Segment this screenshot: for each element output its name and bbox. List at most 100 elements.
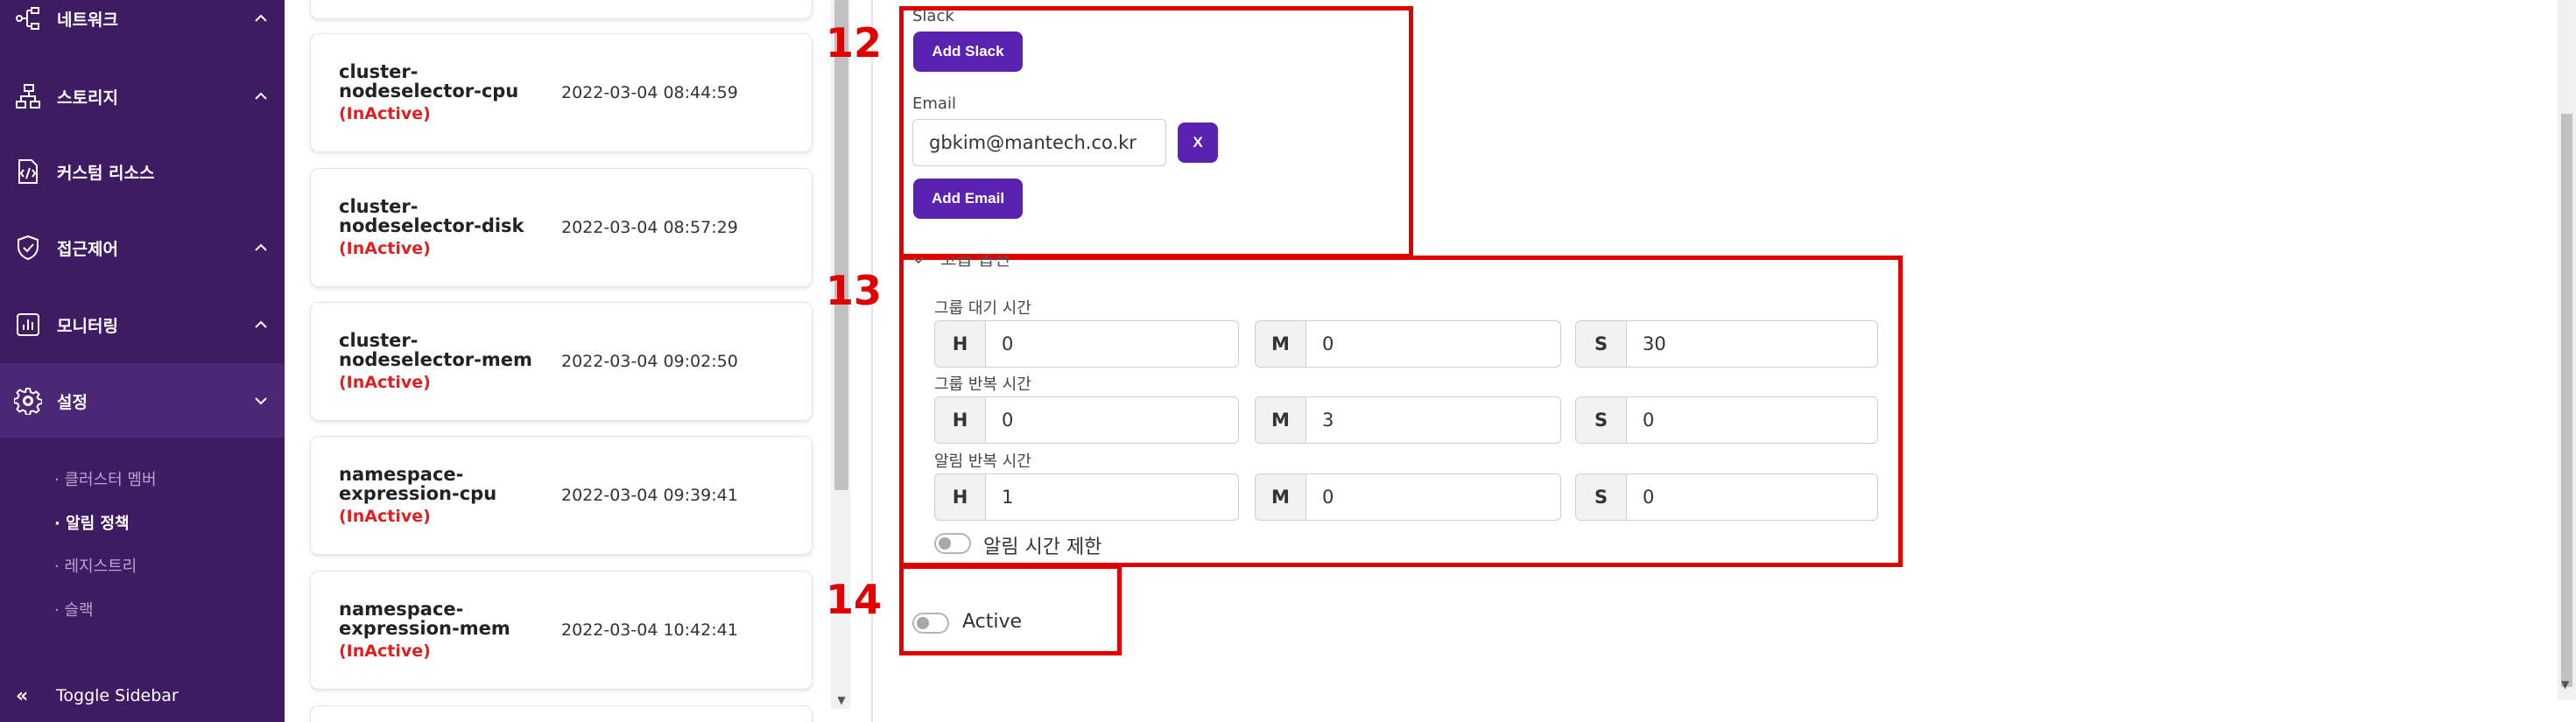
alert-time-limit-label: 알림 시간 제한 — [983, 536, 1102, 558]
policy-card[interactable]: cluster-nodeselector-cpu (InActive) 2022… — [310, 33, 813, 152]
alert-repeat-hours[interactable]: H 1 — [934, 473, 1239, 521]
storage-icon — [12, 81, 44, 112]
remove-email-button[interactable]: X — [1178, 123, 1218, 163]
sidebar-item-label: 모니터링 — [57, 316, 118, 336]
unit-value: 0 — [1643, 410, 1655, 431]
annotation-13: 13 — [826, 267, 883, 314]
submenu-item-slack[interactable]: · 슬랙 — [54, 598, 94, 620]
unit-value: 30 — [1643, 333, 1666, 354]
add-slack-button[interactable]: Add Slack — [913, 32, 1023, 72]
unit-value: 0 — [1643, 487, 1655, 508]
policy-name: cluster-nodeselector-cpu — [339, 61, 519, 102]
policy-card[interactable] — [310, 705, 813, 722]
email-label: Email — [912, 95, 956, 113]
chevron-down-icon — [251, 391, 271, 410]
policy-status: (InActive) — [339, 641, 431, 661]
sidebar-item-access-control[interactable]: 접근제어 — [0, 210, 285, 285]
custom-resource-icon — [12, 156, 44, 187]
chevron-up-icon — [251, 87, 271, 106]
sidebar-item-storage[interactable]: 스토리지 — [0, 59, 285, 134]
alert-repeat-minutes[interactable]: M 0 — [1255, 473, 1561, 521]
policy-status: (InActive) — [339, 507, 431, 526]
policy-date: 2022-03-04 09:39:41 — [561, 486, 738, 505]
shield-check-icon — [12, 232, 44, 263]
unit-prefix: S — [1576, 474, 1627, 520]
alert-repeat-seconds[interactable]: S 0 — [1575, 473, 1878, 521]
annotation-14: 14 — [826, 576, 883, 623]
network-icon — [12, 3, 44, 34]
policy-date: 2022-03-04 08:57:29 — [561, 218, 738, 237]
detail-scrollbar-thumb[interactable] — [2561, 114, 2572, 687]
group-wait-label: 그룹 대기 시간 — [934, 299, 1031, 318]
unit-value: 0 — [1322, 487, 1334, 508]
chevron-up-icon — [251, 238, 271, 257]
policy-card[interactable]: cluster-nodeselector-mem (InActive) 2022… — [310, 302, 813, 421]
group-repeat-hours[interactable]: H 0 — [934, 396, 1239, 444]
policy-date: 2022-03-04 08:44:59 — [561, 83, 738, 102]
group-repeat-label: 그룹 반복 시간 — [934, 375, 1031, 394]
sidebar-item-label: 네트워크 — [57, 10, 118, 30]
sidebar-item-settings[interactable]: 설정 — [0, 363, 285, 438]
policy-name: namespace-expression-mem — [339, 599, 510, 639]
sidebar-item-label: 설정 — [57, 392, 88, 412]
toggle-sidebar-label: Toggle Sidebar — [56, 686, 179, 705]
submenu-item-registry[interactable]: · 레지스트리 — [54, 554, 137, 577]
sidebar-item-label: 접근제어 — [57, 239, 118, 259]
advanced-options-label: 고급 옵션 — [940, 256, 1010, 270]
switch-knob — [939, 537, 951, 550]
policy-status: (InActive) — [339, 373, 431, 392]
policy-card[interactable]: cluster-nodeselector-disk (InActive) 202… — [310, 168, 813, 287]
sidebar-item-label: 스토리지 — [57, 88, 118, 108]
list-scrollbar-thumb[interactable] — [834, 0, 848, 490]
group-wait-seconds[interactable]: S 30 — [1575, 320, 1878, 368]
app-root: 네트워크 스토리지 커스텀 리소스 접근제어 모니터링 설정 · 클러스터 멤버… — [0, 0, 2576, 722]
toggle-sidebar-button[interactable]: « Toggle Sidebar — [0, 669, 285, 722]
sidebar-item-network[interactable]: 네트워크 — [0, 0, 285, 56]
policy-card[interactable]: namespace-expression-mem (InActive) 2022… — [310, 571, 813, 690]
scroll-down-arrow-icon[interactable]: ▼ — [834, 694, 848, 706]
active-switch[interactable] — [912, 613, 949, 634]
group-wait-hours[interactable]: H 0 — [934, 320, 1239, 368]
scroll-down-arrow-icon[interactable]: ▼ — [2561, 678, 2569, 690]
annotation-12: 12 — [826, 19, 883, 67]
chevron-up-icon — [251, 315, 271, 334]
email-input[interactable]: gbkim@mantech.co.kr — [912, 119, 1166, 166]
policy-card[interactable]: namespace-expression-cpu (InActive) 2022… — [310, 436, 813, 555]
unit-prefix: H — [935, 321, 986, 367]
switch-knob — [917, 617, 929, 629]
double-chevron-left-icon: « — [16, 684, 28, 707]
sidebar: 네트워크 스토리지 커스텀 리소스 접근제어 모니터링 설정 · 클러스터 멤버… — [0, 0, 285, 722]
policy-date: 2022-03-04 09:02:50 — [561, 352, 738, 371]
unit-prefix: H — [935, 474, 986, 520]
policy-name: namespace-expression-cpu — [339, 464, 497, 504]
bar-chart-icon — [12, 309, 44, 340]
chevron-up-icon — [251, 9, 271, 28]
submenu-item-alert-policy[interactable]: · 알림 정책 — [54, 511, 130, 534]
policy-card[interactable] — [310, 0, 813, 19]
policy-date: 2022-03-04 10:42:41 — [561, 620, 738, 640]
unit-prefix: H — [935, 397, 986, 443]
unit-value: 0 — [1002, 333, 1014, 354]
unit-prefix: S — [1576, 321, 1627, 367]
group-repeat-minutes[interactable]: M 3 — [1255, 396, 1561, 444]
unit-value: 0 — [1002, 410, 1014, 431]
alert-time-limit-switch[interactable] — [934, 533, 971, 554]
active-label: Active — [962, 611, 1023, 633]
unit-prefix: M — [1256, 397, 1306, 443]
sidebar-item-monitoring[interactable]: 모니터링 — [0, 287, 285, 362]
annotation-box-14 — [899, 564, 1122, 655]
submenu-item-cluster-member[interactable]: · 클러스터 멤버 — [54, 467, 157, 490]
unit-prefix: S — [1576, 397, 1627, 443]
add-email-button[interactable]: Add Email — [913, 179, 1023, 219]
group-wait-minutes[interactable]: M 0 — [1255, 320, 1561, 368]
unit-prefix: M — [1256, 474, 1306, 520]
policy-name: cluster-nodeselector-mem — [339, 330, 532, 370]
settings-submenu: · 클러스터 멤버 · 알림 정책 · 레지스트리 · 슬랙 — [0, 438, 285, 648]
unit-value: 0 — [1322, 333, 1334, 354]
slack-label: Slack — [912, 7, 954, 25]
sidebar-item-custom-resource[interactable]: 커스텀 리소스 — [0, 134, 285, 209]
group-repeat-seconds[interactable]: S 0 — [1575, 396, 1878, 444]
advanced-options-toggle[interactable]: 고급 옵션 — [911, 256, 1086, 275]
chevron-down-icon — [911, 256, 926, 271]
gear-icon — [12, 385, 44, 417]
